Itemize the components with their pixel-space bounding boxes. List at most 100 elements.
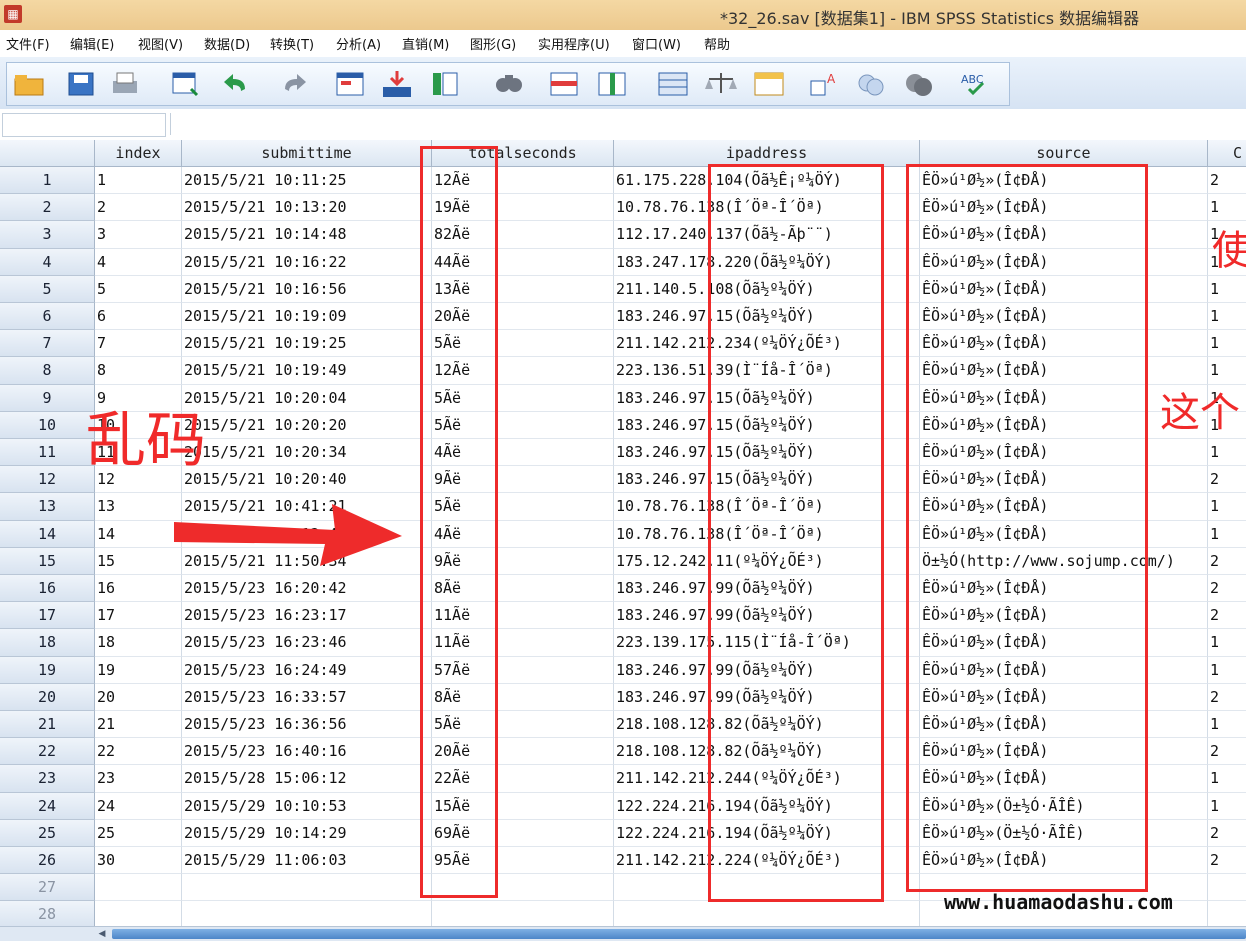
row-number[interactable]: 3: [0, 221, 95, 249]
data-cell[interactable]: 2015/5/23 16:24:49: [182, 656, 432, 684]
row-number[interactable]: 18: [0, 629, 95, 657]
spell-check-icon[interactable]: ABC: [957, 69, 993, 99]
row-number[interactable]: 6: [0, 303, 95, 331]
data-cell[interactable]: 8: [95, 357, 182, 385]
column-header-4[interactable]: source: [920, 140, 1208, 167]
data-cell[interactable]: 1: [1208, 276, 1246, 303]
data-cell[interactable]: 7: [95, 330, 182, 358]
menu-item-5[interactable]: 分析(A): [336, 34, 381, 53]
data-cell[interactable]: 24: [95, 792, 182, 820]
row-number[interactable]: 11: [0, 439, 95, 467]
menu-item-7[interactable]: 图形(G): [470, 34, 516, 53]
data-cell[interactable]: 17: [95, 602, 182, 630]
menu-item-3[interactable]: 数据(D): [204, 34, 250, 53]
data-cell[interactable]: 1: [1208, 793, 1246, 820]
menu-item-1[interactable]: 编辑(E): [70, 34, 114, 53]
menu-item-4[interactable]: 转换(T): [270, 34, 314, 53]
data-cell[interactable]: 2015/5/21 10:11:25: [182, 167, 432, 195]
data-cell[interactable]: 2: [1208, 602, 1246, 630]
data-cell[interactable]: 2015/5/21 10:19:49: [182, 357, 432, 385]
undo-icon[interactable]: [219, 69, 255, 99]
row-number[interactable]: 5: [0, 275, 95, 303]
save-icon[interactable]: [63, 69, 99, 99]
data-cell[interactable]: 2015/5/21 10:19:09: [182, 303, 432, 331]
data-cell[interactable]: 2015/5/21 10:20:40: [182, 466, 432, 494]
row-number[interactable]: 15: [0, 547, 95, 575]
data-cell[interactable]: [432, 901, 614, 926]
row-number[interactable]: 9: [0, 384, 95, 412]
row-number[interactable]: 26: [0, 847, 95, 875]
data-cell[interactable]: 2: [1208, 820, 1246, 847]
data-cell[interactable]: [95, 901, 182, 926]
data-cell[interactable]: 20: [95, 683, 182, 711]
row-number[interactable]: 19: [0, 656, 95, 684]
value-labels-icon[interactable]: A: [807, 69, 843, 99]
data-cell[interactable]: 2015/5/21 10:14:48: [182, 221, 432, 249]
redo-icon[interactable]: [277, 69, 313, 99]
data-cell[interactable]: 18: [95, 629, 182, 657]
column-header-1[interactable]: submittime: [182, 140, 432, 167]
row-number[interactable]: 23: [0, 765, 95, 793]
data-cell[interactable]: 2015/5/23 16:23:17: [182, 602, 432, 630]
data-cell[interactable]: 2015/5/29 11:06:03: [182, 847, 432, 875]
menu-item-10[interactable]: 帮助: [704, 34, 730, 53]
data-cell[interactable]: 2015/5/23 16:23:46: [182, 629, 432, 657]
row-number[interactable]: 28: [0, 901, 95, 926]
row-number[interactable]: 24: [0, 792, 95, 820]
data-cell[interactable]: 2015/5/29 10:10:53: [182, 792, 432, 820]
data-cell[interactable]: 25: [95, 819, 182, 847]
data-cell[interactable]: [182, 874, 432, 902]
data-cell[interactable]: 2: [1208, 548, 1246, 575]
menu-item-9[interactable]: 窗口(W): [632, 34, 681, 53]
row-number[interactable]: 13: [0, 493, 95, 521]
data-cell[interactable]: [1208, 874, 1246, 902]
data-cell[interactable]: 5: [95, 275, 182, 303]
data-cell[interactable]: 1: [1208, 439, 1246, 467]
menu-item-6[interactable]: 直销(M): [402, 34, 449, 53]
data-cell[interactable]: 1: [1208, 303, 1246, 331]
data-cell[interactable]: 21: [95, 711, 182, 739]
data-cell[interactable]: 2: [95, 194, 182, 222]
data-cell[interactable]: 2: [1208, 738, 1246, 766]
row-number[interactable]: 14: [0, 520, 95, 548]
open-icon[interactable]: [11, 69, 47, 99]
data-cell[interactable]: 1: [1208, 765, 1246, 793]
data-cell[interactable]: 1: [1208, 711, 1246, 739]
goto-variable-icon[interactable]: [379, 69, 415, 99]
row-number[interactable]: 20: [0, 683, 95, 711]
insert-cases-icon[interactable]: [547, 69, 583, 99]
spss-app-icon[interactable]: ▦: [4, 5, 22, 23]
data-cell[interactable]: 16: [95, 575, 182, 603]
row-number[interactable]: 2: [0, 194, 95, 222]
data-cell[interactable]: 2015/5/23 16:20:42: [182, 575, 432, 603]
row-number[interactable]: 21: [0, 711, 95, 739]
cell-value-field[interactable]: [170, 113, 1245, 135]
data-cell[interactable]: 1: [1208, 629, 1246, 657]
menu-item-0[interactable]: 文件(F): [6, 34, 50, 53]
data-cell[interactable]: 2015/5/21 10:20:34: [182, 439, 432, 467]
row-number[interactable]: 17: [0, 602, 95, 630]
grid-corner[interactable]: [0, 140, 95, 167]
data-cell[interactable]: 2015/5/23 16:40:16: [182, 738, 432, 766]
data-cell[interactable]: 2: [1208, 847, 1246, 875]
menu-item-2[interactable]: 视图(V): [138, 34, 183, 53]
horizontal-scrollbar[interactable]: ◀: [0, 926, 1246, 941]
row-number[interactable]: 7: [0, 330, 95, 358]
row-number[interactable]: 27: [0, 874, 95, 902]
data-cell[interactable]: 2015/5/29 10:14:29: [182, 819, 432, 847]
data-cell[interactable]: 1: [1208, 521, 1246, 548]
menu-item-8[interactable]: 实用程序(U): [538, 34, 610, 53]
data-cell[interactable]: 2: [1208, 575, 1246, 603]
recall-dialog-icon[interactable]: [167, 69, 203, 99]
print-icon[interactable]: [107, 69, 143, 99]
data-cell[interactable]: 4: [95, 248, 182, 276]
data-cell[interactable]: [1208, 901, 1246, 926]
row-number[interactable]: 8: [0, 357, 95, 385]
row-number[interactable]: 10: [0, 411, 95, 439]
data-cell[interactable]: 2015/5/21 10:13:20: [182, 194, 432, 222]
data-cell[interactable]: 2: [1208, 167, 1246, 195]
data-cell[interactable]: 23: [95, 765, 182, 793]
use-sets-icon[interactable]: [853, 69, 889, 99]
data-cell[interactable]: [182, 901, 432, 926]
row-number[interactable]: 22: [0, 738, 95, 766]
